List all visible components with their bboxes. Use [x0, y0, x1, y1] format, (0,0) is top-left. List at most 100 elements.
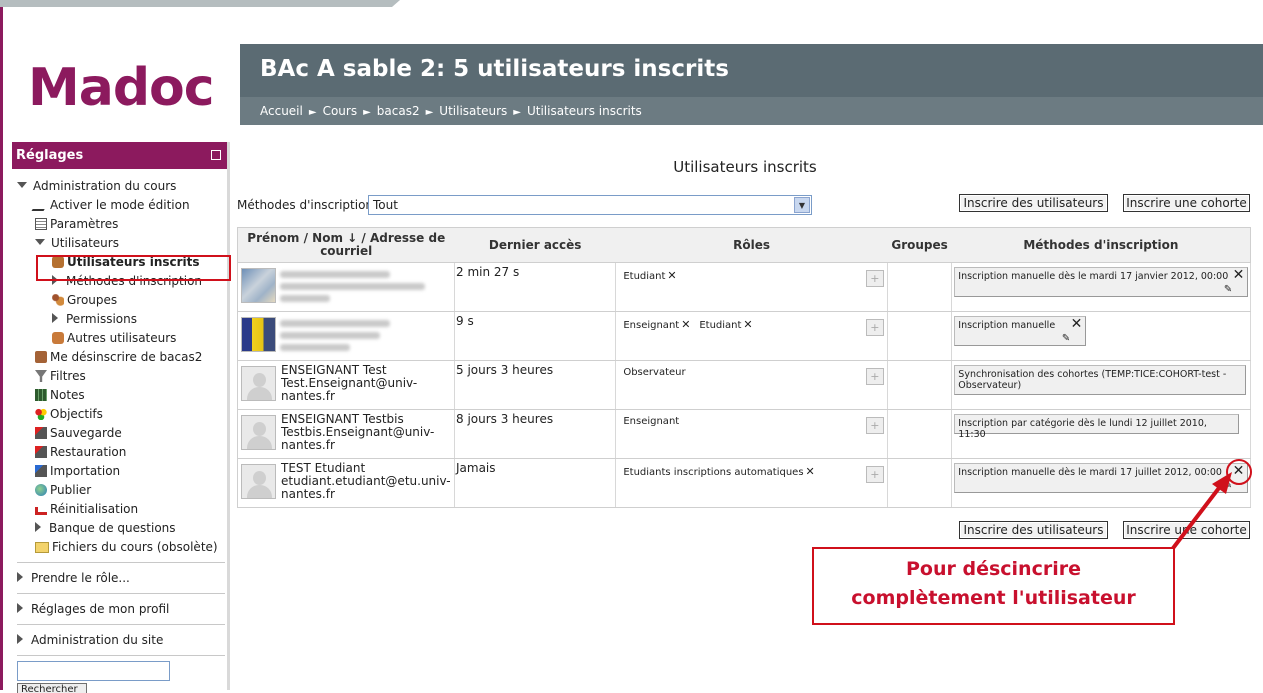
tree-item-restore[interactable]: Restauration	[35, 445, 126, 459]
tree-item-profile-settings[interactable]: Réglages de mon profil	[17, 602, 169, 616]
enrol-methods-cell: Inscription manuelle ✕ ✎	[951, 311, 1251, 361]
remove-role-icon[interactable]: ✕	[667, 269, 676, 282]
add-role-button[interactable]: +	[865, 466, 884, 483]
breadcrumb-users[interactable]: Utilisateurs	[439, 104, 507, 118]
tree-item-switch-role[interactable]: Prendre le rôle...	[17, 571, 130, 585]
tree-item-edit-mode[interactable]: Activer le mode édition	[31, 198, 190, 212]
enrol-users-button-bottom[interactable]: Inscrire des utilisateurs	[959, 521, 1108, 539]
enrol-method-box: Inscription manuelle dès le mardi 17 jan…	[954, 267, 1249, 297]
unenrol-icon[interactable]: ✕	[1071, 317, 1083, 331]
unenrol-icon[interactable]: ✕	[1233, 268, 1245, 282]
add-role-button[interactable]: +	[865, 417, 884, 434]
tree-item-legacy-files[interactable]: Fichiers du cours (obsolète)	[35, 540, 218, 554]
enrol-method-box: Inscription par catégorie dès le lundi 1…	[954, 414, 1240, 440]
tree-item-unenrol-me[interactable]: Me désinscrire de bacas2	[35, 350, 202, 364]
callout-line-2: complètement l'utilisateur	[851, 587, 1136, 609]
tree-item-outcomes[interactable]: Objectifs	[35, 407, 103, 421]
tree-item-site-admin[interactable]: Administration du site	[17, 633, 163, 647]
user-avatar[interactable]	[241, 366, 276, 401]
remove-role-icon[interactable]: ✕	[681, 318, 690, 331]
user-cell	[238, 263, 454, 311]
roles-cell: Observateur +	[615, 360, 888, 410]
tree-item-groups[interactable]: Groupes	[52, 293, 117, 307]
user-avatar[interactable]	[241, 268, 276, 303]
groups-cell	[887, 311, 953, 361]
expanded-arrow-icon	[35, 239, 45, 245]
sort-down-arrow-icon: ↓	[347, 231, 358, 245]
top-breadcrumb-tab	[0, 0, 400, 7]
annotation-highlight-enrolled-users	[36, 255, 231, 281]
tree-item-course-admin[interactable]: Administration du cours	[17, 179, 176, 193]
tree-item-permissions[interactable]: Permissions	[52, 312, 137, 326]
collapsed-arrow-icon	[35, 522, 41, 532]
tree-item-other-users[interactable]: Autres utilisateurs	[52, 331, 176, 345]
enrol-cohort-button-top[interactable]: Inscrire une cohorte	[1123, 194, 1250, 212]
tree-item-grades[interactable]: Notes	[35, 388, 85, 402]
settings-search-input[interactable]	[17, 661, 170, 681]
user-avatar[interactable]	[241, 464, 276, 499]
add-role-button[interactable]: +	[865, 319, 884, 336]
breadcrumb: Accueil ► Cours ► bacas2 ► Utilisateurs ► Utilis…	[240, 97, 1263, 125]
tree-item-publish[interactable]: Publier	[35, 483, 91, 497]
settings-block-header: Réglages	[12, 142, 227, 169]
breadcrumb-courses[interactable]: Cours	[323, 104, 358, 118]
role-badge: Etudiant ✕	[699, 318, 753, 331]
enrol-methods-select[interactable]: Tout ▼	[368, 195, 812, 215]
table-header-row: Prénom / Nom ↓ / Adresse de courriel Der…	[237, 227, 1251, 263]
pencil-icon	[31, 199, 51, 211]
enrol-method-box: Synchronisation des cohortes (TEMP:TICE:…	[954, 365, 1247, 395]
tree-item-filters[interactable]: Filtres	[35, 369, 86, 383]
enrol-methods-filter-label: Méthodes d'inscription	[237, 198, 374, 212]
user-cell	[238, 312, 454, 360]
column-header-name[interactable]: Prénom / Nom ↓ / Adresse de courriel	[237, 227, 455, 263]
tree-item-parameters[interactable]: Paramètres	[35, 217, 118, 231]
import-icon	[35, 465, 47, 477]
tree-item-reset[interactable]: Réinitialisation	[35, 502, 138, 516]
last-access-cell: Jamais	[454, 458, 617, 508]
enrol-methods-cell: Synchronisation des cohortes (TEMP:TICE:…	[951, 360, 1251, 410]
table-row: 9 s Enseignant ✕ Etudiant ✕ + Inscription …	[237, 311, 1251, 361]
tree-item-users[interactable]: Utilisateurs	[35, 236, 119, 250]
groups-cell	[887, 458, 953, 508]
user-avatar[interactable]	[241, 415, 276, 450]
table-row: TEST Etudiant etudiant.etudiant@etu.univ…	[237, 458, 1251, 508]
redacted-name	[280, 271, 390, 278]
column-header-last-access[interactable]: Dernier accès	[454, 227, 616, 263]
divider	[17, 655, 225, 656]
last-access-cell: 2 min 27 s	[454, 262, 617, 312]
breadcrumb-course[interactable]: bacas2	[377, 104, 420, 118]
roles-cell: Enseignant +	[615, 409, 888, 459]
breadcrumb-enrolled-users[interactable]: Utilisateurs inscrits	[527, 104, 642, 118]
table-row: 2 min 27 s Etudiant ✕ + Inscription manue…	[237, 262, 1251, 312]
redacted-email	[280, 283, 425, 290]
enrol-users-button-top[interactable]: Inscrire des utilisateurs	[959, 194, 1108, 212]
collapsed-arrow-icon	[17, 572, 23, 582]
section-heading: Utilisateurs inscrits	[673, 158, 817, 176]
column-header-groups: Groupes	[887, 227, 952, 263]
add-role-button[interactable]: +	[865, 368, 884, 385]
settings-search-button[interactable]: Rechercher	[17, 683, 87, 693]
redacted-email	[280, 295, 330, 302]
add-role-button[interactable]: +	[865, 270, 884, 287]
tree-item-question-bank[interactable]: Banque de questions	[35, 521, 176, 535]
minimize-icon[interactable]	[211, 150, 221, 160]
edit-enrolment-icon[interactable]: ✎	[1062, 333, 1070, 344]
collapsed-arrow-icon	[52, 313, 58, 323]
user-avatar[interactable]	[241, 317, 276, 352]
redacted-name	[280, 320, 390, 327]
remove-role-icon[interactable]: ✕	[743, 318, 752, 331]
breadcrumb-home[interactable]: Accueil	[260, 104, 303, 118]
settings-block-title: Réglages	[16, 148, 84, 163]
redacted-email	[280, 332, 380, 339]
redacted-email	[280, 344, 350, 351]
edit-enrolment-icon[interactable]: ✎	[1224, 284, 1232, 295]
madoc-logo[interactable]: Madoc	[28, 58, 215, 118]
chevron-down-icon[interactable]: ▼	[794, 197, 810, 213]
role-badge: Enseignant ✕	[623, 318, 691, 331]
tree-item-backup[interactable]: Sauvegarde	[35, 426, 122, 440]
remove-role-icon[interactable]: ✕	[806, 465, 815, 478]
groups-cell	[887, 409, 953, 459]
tree-item-import[interactable]: Importation	[35, 464, 120, 478]
divider	[17, 593, 225, 594]
globe-icon	[35, 484, 47, 496]
